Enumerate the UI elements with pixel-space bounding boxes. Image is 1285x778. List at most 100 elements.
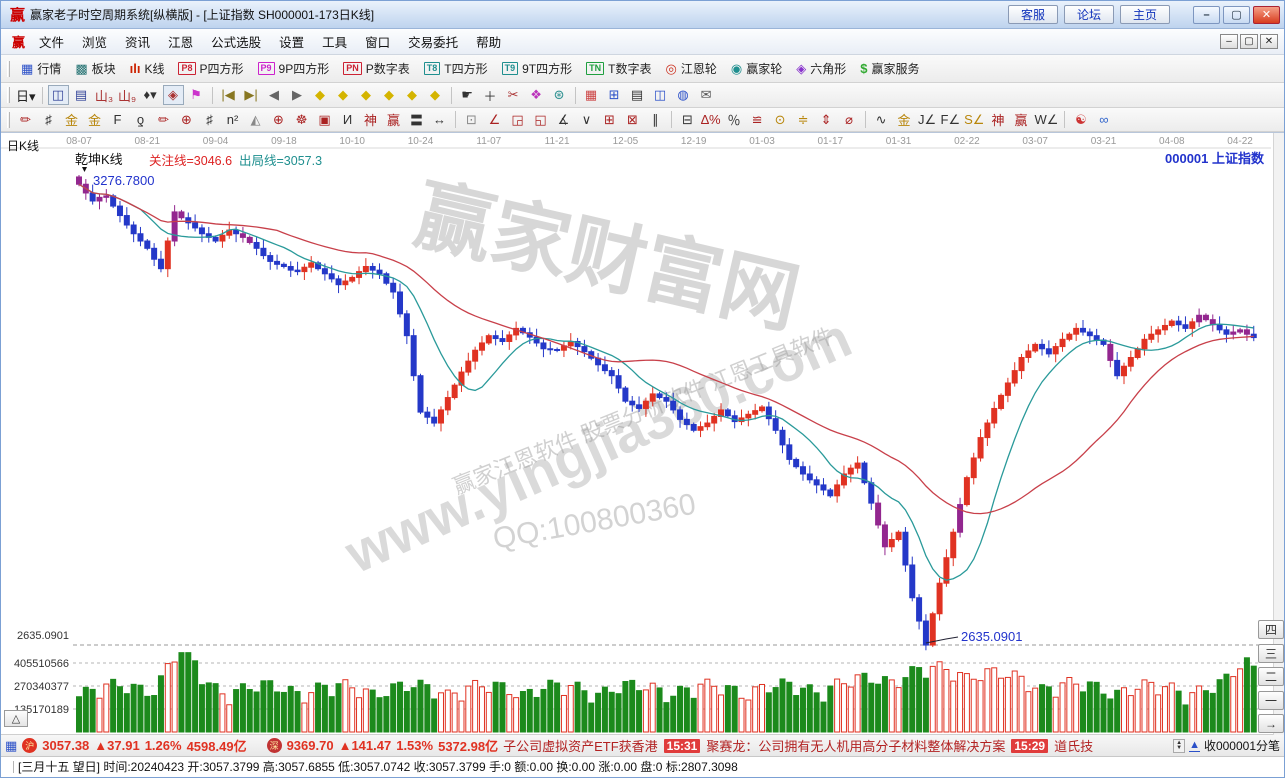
tool-9p-square[interactable]: P99P四方形 [251, 57, 337, 81]
ying-angle-tool-icon[interactable]: 赢 [1010, 110, 1031, 130]
gold-line-tool-icon[interactable]: 金 [84, 110, 105, 130]
gann-diamond-2-icon[interactable]: ◆ [333, 85, 354, 105]
close-button[interactable]: ✕ [1253, 6, 1280, 24]
menu-江恩[interactable]: 江恩 [159, 30, 202, 53]
toolbar-grip[interactable] [7, 61, 10, 77]
level-button-1[interactable]: 四 [1258, 620, 1284, 639]
menu-设置[interactable]: 设置 [270, 30, 313, 53]
level-button-2[interactable]: 三 [1258, 644, 1284, 663]
j-angle-tool-icon[interactable]: J∠ [917, 110, 938, 130]
vee-tool-icon[interactable]: ∨ [576, 110, 597, 130]
mdi-minimize-button[interactable]: – [1220, 34, 1238, 49]
tool-kline[interactable]: ılıK线 [123, 57, 172, 81]
w-angle-tool-icon[interactable]: W∠ [1033, 110, 1059, 130]
level-button-4[interactable]: 一 [1258, 691, 1284, 710]
titlebar-link-1[interactable]: 论坛 [1064, 5, 1114, 24]
marker-tool-icon[interactable]: ✏ [153, 110, 174, 130]
mirror-tool-icon[interactable]: ◭ [245, 110, 266, 130]
infinity-tool-icon[interactable]: ∞ [1093, 110, 1114, 130]
percent-tool-icon[interactable]: ％ [724, 110, 745, 130]
menu-文件[interactable]: 文件 [30, 30, 73, 53]
sz-index-value[interactable]: 9369.70 [287, 738, 334, 753]
menu-窗口[interactable]: 窗口 [356, 30, 399, 53]
ticker-text-1[interactable]: 聚赛龙：公司拥有无人机用高分子材料整体解决方案 [706, 736, 1005, 755]
mail-send-icon[interactable]: ✉ [696, 85, 717, 105]
period-day-dropdown-icon[interactable]: 日▾ [15, 85, 37, 105]
gann-diamond-6-icon[interactable]: ◆ [425, 85, 446, 105]
tick-chart-label[interactable]: 收000001分笔 [1204, 737, 1280, 754]
ying-tool-icon[interactable]: 赢 [383, 110, 404, 130]
info-sheet-icon[interactable]: ▤ [71, 85, 92, 105]
measure-tool-icon[interactable]: ✂ [503, 85, 524, 105]
angle-tool-icon[interactable]: ∡ [553, 110, 574, 130]
pencil-tool-icon[interactable]: ✏ [15, 110, 36, 130]
hand-tool-icon[interactable]: ☛ [457, 85, 478, 105]
tool-sectors[interactable]: ▩板块 [68, 57, 122, 81]
wheel-tool-icon[interactable]: ☸ [291, 110, 312, 130]
sh-index-value[interactable]: 3057.38 [42, 738, 89, 753]
s-angle-tool-icon[interactable]: S∠ [963, 110, 985, 130]
shen-angle-tool-icon[interactable]: 神 [987, 110, 1008, 130]
tool-quotes[interactable]: ▦行情 [14, 57, 68, 81]
ruler-tool-icon[interactable]: ♯ [199, 110, 220, 130]
nav-next-icon[interactable]: ▶ [287, 85, 308, 105]
web-copy-icon[interactable]: ◍ [673, 85, 694, 105]
gold-level-tool-icon[interactable]: ≑ [793, 110, 814, 130]
diameter-tool-icon[interactable]: ⌀ [839, 110, 860, 130]
menu-资讯[interactable]: 资讯 [116, 30, 159, 53]
toolbar-grip[interactable] [7, 112, 10, 128]
bars-3-icon[interactable]: 山₃ [94, 85, 115, 105]
mdi-restore-button[interactable]: ▢ [1240, 34, 1258, 49]
menu-交易委托[interactable]: 交易委托 [399, 30, 467, 53]
bars-9-icon[interactable]: 山₉ [117, 85, 138, 105]
nav-first-icon[interactable]: |◀ [218, 85, 239, 105]
kan-frame-icon[interactable]: ◈ [163, 85, 184, 105]
spiral-tool-icon[interactable]: ƍ [130, 110, 151, 130]
menu-浏览[interactable]: 浏览 [73, 30, 116, 53]
tool-t-number-table[interactable]: TNT数字表 [579, 57, 658, 81]
calendar-icon[interactable]: ▦ [581, 85, 602, 105]
shen-tool-icon[interactable]: 神 [360, 110, 381, 130]
level-button-3[interactable]: 二 [1258, 667, 1284, 686]
tool-9t-square[interactable]: T99T四方形 [495, 57, 580, 81]
gann-diamond-5-icon[interactable]: ◆ [402, 85, 423, 105]
updown-pencil-tool-icon[interactable]: ⇕ [816, 110, 837, 130]
candle-style-dropdown-icon[interactable]: ♦▾ [140, 85, 161, 105]
crosshair-tool-icon[interactable]: ＋ [480, 85, 501, 105]
tool-winner-service[interactable]: $赢家服务 [853, 57, 926, 81]
ticker-text-0[interactable]: 子公司虚拟资产ETF获香港 [503, 736, 658, 755]
target-tool-icon[interactable]: ⊕ [268, 110, 289, 130]
tool-p-square[interactable]: P8P四方形 [171, 57, 250, 81]
gann-diamond-3-icon[interactable]: ◆ [356, 85, 377, 105]
square-n2-tool-icon[interactable]: n² [222, 110, 243, 130]
pct-line-tool-icon[interactable]: ≌ [747, 110, 768, 130]
grid-lines-tool-icon[interactable]: ♯ [38, 110, 59, 130]
minimize-button[interactable]: – [1193, 6, 1220, 24]
frame-tool-icon[interactable]: ⊡ [461, 110, 482, 130]
ladder-tool-icon[interactable]: ⊟ [677, 110, 698, 130]
toolbar-grip[interactable] [7, 87, 10, 103]
colored-flag-icon[interactable]: ⚑ [186, 85, 207, 105]
span-tool-icon[interactable]: ↔ [429, 110, 450, 130]
gann-diamond-4-icon[interactable]: ◆ [379, 85, 400, 105]
maximize-button[interactable]: ▢ [1223, 6, 1250, 24]
gold-circle-tool-icon[interactable]: ⊙ [770, 110, 791, 130]
titlebar-link-0[interactable]: 客服 [1008, 5, 1058, 24]
level-button-5[interactable]: → [1258, 714, 1284, 733]
titlebar-link-2[interactable]: 主页 [1120, 5, 1170, 24]
tool-t-square[interactable]: T8T四方形 [417, 57, 495, 81]
spinner-control[interactable]: ▲▼ [1173, 739, 1185, 753]
shade-box2-tool-icon[interactable]: ◱ [530, 110, 551, 130]
menu-公式选股[interactable]: 公式选股 [202, 30, 270, 53]
gann-diamond-1-icon[interactable]: ◆ [310, 85, 331, 105]
slope-pct-tool-icon[interactable]: ∆% [700, 110, 722, 130]
tool-p-number-table[interactable]: PNP数字表 [336, 57, 417, 81]
ticker-text-2[interactable]: 道氏技 [1054, 736, 1093, 755]
fibonacci-tool-icon[interactable]: F [107, 110, 128, 130]
tool-hexagon[interactable]: ◈六角形 [789, 57, 853, 81]
window-layout-icon[interactable]: ◫ [48, 85, 69, 105]
yinyang-tool-icon[interactable]: ☯ [1070, 110, 1091, 130]
notepad-icon[interactable]: ▤ [627, 85, 648, 105]
shade-box-tool-icon[interactable]: ◲ [507, 110, 528, 130]
gold-ratio-tool-icon[interactable]: 金 [61, 110, 82, 130]
